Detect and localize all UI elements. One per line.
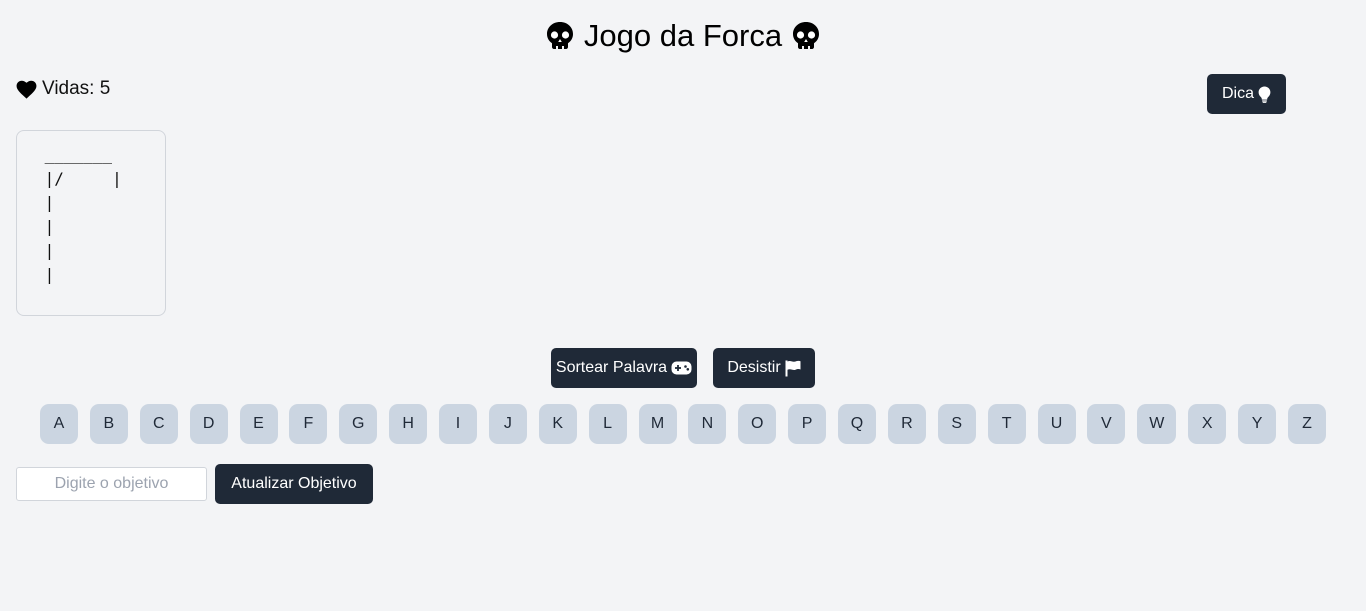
title-text: Jogo da Forca bbox=[583, 18, 783, 53]
draw-word-label: Sortear Palavra bbox=[555, 359, 668, 376]
letter-key-u[interactable]: U bbox=[1037, 404, 1076, 444]
letter-key-v[interactable]: V bbox=[1087, 404, 1126, 444]
letter-key-w[interactable]: W bbox=[1137, 404, 1177, 444]
page-title: Jogo da Forca bbox=[0, 18, 1366, 54]
letter-key-b[interactable]: B bbox=[89, 404, 128, 444]
letter-key-f[interactable]: F bbox=[289, 404, 328, 444]
flag-icon bbox=[785, 360, 801, 376]
give-up-button[interactable]: Desistir bbox=[713, 348, 815, 388]
letter-key-x[interactable]: X bbox=[1188, 404, 1227, 444]
hangman-page: Jogo da Forca Vidas: 5 Dica _______ |/ |… bbox=[0, 0, 1366, 611]
hangman-drawing: _______ |/ | | | | | bbox=[16, 130, 166, 316]
letter-key-g[interactable]: G bbox=[339, 404, 378, 444]
give-up-label: Desistir bbox=[727, 359, 781, 376]
hint-label: Dica bbox=[1221, 85, 1254, 102]
heart-icon bbox=[16, 80, 37, 99]
letter-key-m[interactable]: M bbox=[638, 404, 677, 444]
letter-key-l[interactable]: L bbox=[588, 404, 627, 444]
letter-key-a[interactable]: A bbox=[40, 404, 78, 444]
skull-icon bbox=[546, 22, 573, 49]
letter-key-s[interactable]: S bbox=[937, 404, 976, 444]
lives-counter: Vidas: 5 bbox=[16, 78, 110, 100]
letter-key-o[interactable]: O bbox=[738, 404, 777, 444]
letter-key-t[interactable]: T bbox=[987, 404, 1026, 444]
skull-icon bbox=[793, 22, 820, 49]
letter-key-h[interactable]: H bbox=[389, 404, 428, 444]
letter-key-p[interactable]: P bbox=[788, 404, 827, 444]
update-objective-button[interactable]: Atualizar Objetivo bbox=[215, 464, 373, 504]
letter-key-j[interactable]: J bbox=[488, 404, 527, 444]
letter-key-n[interactable]: N bbox=[688, 404, 727, 444]
letter-key-q[interactable]: Q bbox=[838, 404, 876, 444]
gallows-ascii: _______ |/ | | | | | bbox=[44, 145, 122, 284]
objective-input[interactable] bbox=[16, 467, 207, 501]
letter-keyboard: ABCDEFGHIJKLMNOPQRSTUVWXYZ bbox=[40, 404, 1326, 444]
letter-key-d[interactable]: D bbox=[189, 404, 228, 444]
letter-key-k[interactable]: K bbox=[538, 404, 577, 444]
letter-key-y[interactable]: Y bbox=[1238, 404, 1277, 444]
lightbulb-icon bbox=[1258, 86, 1271, 103]
draw-word-button[interactable]: Sortear Palavra bbox=[551, 348, 697, 388]
game-actions: Sortear Palavra Desistir bbox=[0, 348, 1366, 388]
letter-key-e[interactable]: E bbox=[239, 404, 278, 444]
gamepad-icon bbox=[671, 361, 692, 375]
update-objective-label: Atualizar Objetivo bbox=[231, 475, 357, 492]
letter-key-c[interactable]: C bbox=[139, 404, 178, 444]
hint-button[interactable]: Dica bbox=[1207, 74, 1286, 114]
letter-key-i[interactable]: I bbox=[439, 404, 477, 444]
letter-key-z[interactable]: Z bbox=[1287, 404, 1326, 444]
objective-form: Atualizar Objetivo bbox=[16, 464, 373, 504]
letter-key-r[interactable]: R bbox=[887, 404, 926, 444]
lives-text: Vidas: 5 bbox=[42, 78, 111, 99]
